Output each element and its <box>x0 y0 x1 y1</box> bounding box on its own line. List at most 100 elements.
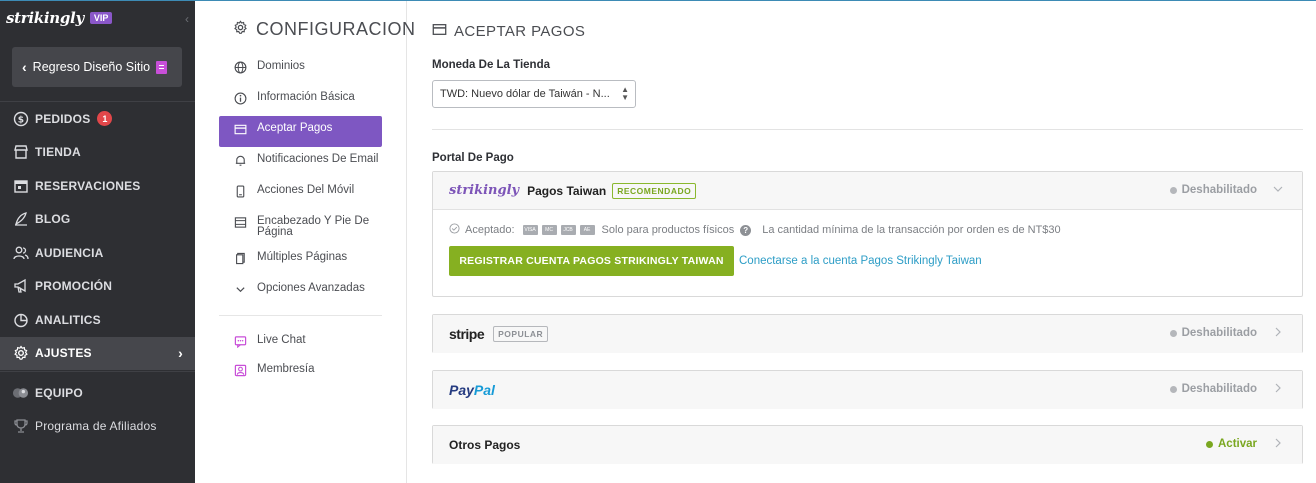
chevron-down-icon <box>233 282 247 296</box>
team-icon <box>12 384 29 401</box>
currency-select[interactable]: TWD: Nuevo dólar de Taiwán - N... ▲ ▼ <box>432 80 636 108</box>
connect-account-link[interactable]: Conectarse a la cuenta Pagos Strikingly … <box>739 255 982 267</box>
sidebar-item-ajustes[interactable]: AJUSTES › <box>0 336 195 370</box>
stripe-panel-header[interactable]: stripe POPULAR Deshabilitado <box>433 315 1302 353</box>
sidebar-divider <box>0 371 195 372</box>
sidebar-item-audiencia[interactable]: AUDIENCIA <box>0 236 195 270</box>
paypal-panel[interactable]: PayPal Deshabilitado <box>432 370 1303 409</box>
status-badge: Deshabilitado <box>1169 383 1257 395</box>
sidebar-item-label: ANALITICS <box>35 312 101 327</box>
back-to-design-button[interactable]: ‹ Regreso Diseño Sitio <box>12 47 182 87</box>
strikingly-logo[interactable]: strikingly <box>6 9 84 27</box>
vip-badge: VIP <box>89 12 113 24</box>
settings-item-label: Live Chat <box>257 334 306 346</box>
bell-icon <box>233 153 247 167</box>
page-title: ACEPTAR PAGOS <box>432 22 585 41</box>
settings-item-dominios[interactable]: Dominios <box>219 54 382 85</box>
sidebar-item-label: RESERVACIONES <box>35 178 141 193</box>
status-text: Deshabilitado <box>1181 184 1257 196</box>
sidebar-item-pedidos[interactable]: $ PEDIDOS 1 <box>0 102 195 136</box>
status-badge: Activar <box>1206 438 1257 450</box>
status-text: Deshabilitado <box>1181 383 1257 395</box>
sidebar-item-label: AJUSTES <box>35 346 92 361</box>
register-account-button[interactable]: REGISTRAR CUENTA PAGOS STRIKINGLY TAIWAN <box>449 246 734 276</box>
chevron-left-icon: ‹ <box>22 59 27 75</box>
settings-item-membresia[interactable]: Membresía <box>219 357 382 388</box>
strikingly-panel-body: Aceptado: VISA MC JCB AE Solo para produ… <box>433 210 1302 292</box>
other-payments-header[interactable]: Otros Pagos Activar <box>433 426 1302 464</box>
status-dot <box>1169 329 1177 337</box>
mobile-icon <box>233 184 247 198</box>
settings-menu: Dominios Información Básica Aceptar Pago… <box>219 54 382 388</box>
settings-item-label: Múltiples Páginas <box>257 251 348 263</box>
paypal-panel-header[interactable]: PayPal Deshabilitado <box>433 371 1302 409</box>
settings-item-live-chat[interactable]: Live Chat <box>219 328 382 357</box>
currency-select-value: TWD: Nuevo dólar de Taiwán - N... <box>440 88 610 100</box>
users-icon <box>12 244 29 261</box>
settings-item-informacion[interactable]: Información Básica <box>219 85 382 116</box>
physical-products-note: Solo para productos físicos <box>601 224 735 236</box>
status-text: Activar <box>1218 438 1257 450</box>
logo-row: strikingly VIP <box>6 9 113 27</box>
check-circle-icon <box>449 223 460 237</box>
gear-icon <box>12 345 29 362</box>
strikingly-panel-header[interactable]: strikingly Pagos Taiwan RECOMENDADO Desh… <box>433 172 1302 210</box>
other-payments-panel[interactable]: Otros Pagos Activar <box>432 425 1303 464</box>
popular-badge: POPULAR <box>493 326 549 342</box>
settings-item-label: Encabezado Y Pie De Página <box>257 215 370 238</box>
settings-title-text: CONFIGURACION <box>256 19 416 39</box>
sidebar-item-label: Programa de Afiliados <box>35 419 157 434</box>
svg-text:$: $ <box>17 115 23 125</box>
dollar-circle-icon: $ <box>12 110 29 127</box>
pen-icon <box>12 211 29 228</box>
sidebar-item-reservaciones[interactable]: RESERVACIONES <box>0 169 195 203</box>
other-payments-label: Otros Pagos <box>449 438 521 452</box>
sidebar-item-analitics[interactable]: ANALITICS <box>0 303 195 337</box>
megaphone-icon <box>12 278 29 295</box>
accepted-cards-row: Aceptado: VISA MC JCB AE Solo para produ… <box>449 223 1286 237</box>
strikingly-provider-name: Pagos Taiwan <box>527 183 607 198</box>
sidebar-item-afiliados[interactable]: Programa de Afiliados <box>0 410 195 444</box>
settings-item-label: Aceptar Pagos <box>257 122 333 134</box>
status-dot <box>1206 440 1213 448</box>
mastercard-card-icon: MC <box>541 225 557 235</box>
settings-item-notificaciones[interactable]: Notificaciones De Email <box>219 147 382 178</box>
settings-item-encabezado[interactable]: Encabezado Y Pie De Página <box>219 209 382 245</box>
sidebar-item-equipo[interactable]: EQUIPO <box>0 376 195 410</box>
settings-item-multiples-paginas[interactable]: Múltiples Páginas <box>219 245 382 276</box>
settings-item-acciones-movil[interactable]: Acciones Del Móvil <box>219 178 382 209</box>
chevron-right-icon <box>1272 382 1284 397</box>
layout-icon <box>233 215 247 229</box>
pie-chart-icon <box>12 311 29 328</box>
stripe-logo: stripe <box>449 326 485 342</box>
section-divider <box>432 129 1303 130</box>
sidebar-item-label: AUDIENCIA <box>35 245 104 260</box>
chevron-right-icon: › <box>178 344 183 361</box>
amex-card-icon: AE <box>579 225 595 235</box>
select-caret-icon: ▲ ▼ <box>621 85 629 102</box>
sidebar-nav: $ PEDIDOS 1 TIENDA RESERVACIONES BLOG AU… <box>0 102 195 370</box>
settings-item-opciones-avanzadas[interactable]: Opciones Avanzadas <box>219 276 382 307</box>
store-icon <box>12 144 29 161</box>
jcb-card-icon: JCB <box>560 225 576 235</box>
help-question-icon[interactable]: ? <box>740 224 752 236</box>
sidebar-item-blog[interactable]: BLOG <box>0 203 195 237</box>
info-icon <box>233 91 247 105</box>
settings-item-label: Notificaciones De Email <box>257 153 379 165</box>
sidebar-item-promocion[interactable]: PROMOCIÓN <box>0 270 195 304</box>
stripe-panel[interactable]: stripe POPULAR Deshabilitado <box>432 314 1303 353</box>
settings-item-aceptar-pagos[interactable]: Aceptar Pagos <box>219 116 382 147</box>
sidebar-item-tienda[interactable]: TIENDA <box>0 136 195 170</box>
gear-icon <box>233 19 248 40</box>
sidebar-item-label: PROMOCIÓN <box>35 279 113 294</box>
settings-menu-divider <box>219 315 382 316</box>
status-badge: Deshabilitado <box>1169 184 1257 196</box>
collapse-sidebar-icon[interactable]: ‹ <box>185 12 189 26</box>
paypal-logo-part-1: Pay <box>449 382 474 398</box>
chevron-right-icon <box>1272 437 1284 452</box>
card-icon <box>233 122 247 136</box>
sidebar-item-label: EQUIPO <box>35 385 83 400</box>
chevron-down-icon <box>1272 183 1284 198</box>
paypal-logo-part-2: Pal <box>473 382 495 398</box>
status-badge: Deshabilitado <box>1169 327 1257 339</box>
